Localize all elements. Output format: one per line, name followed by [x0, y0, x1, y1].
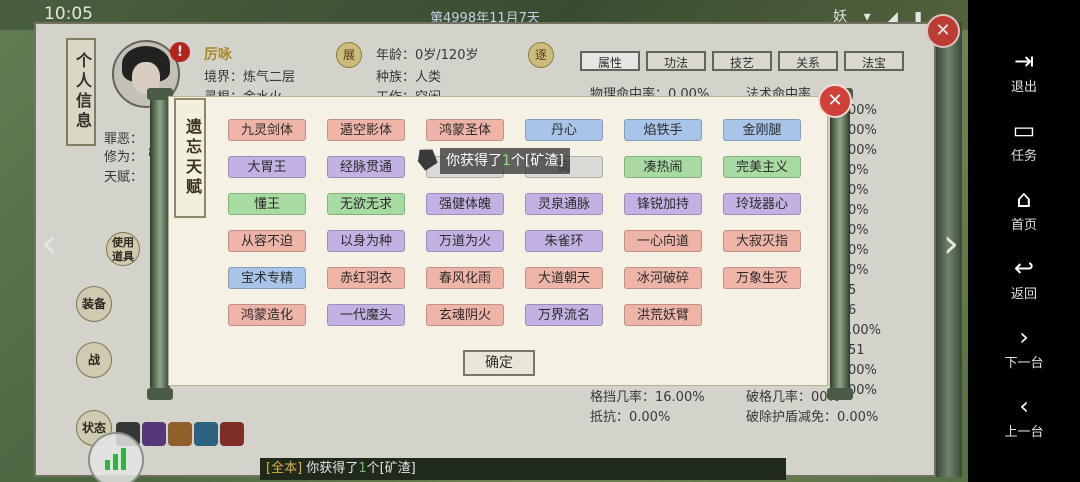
nav-label: 任务 [1010, 149, 1037, 164]
nav-label: 下一台 [1004, 356, 1044, 371]
nav-item[interactable]: ⌂ 首页 [968, 184, 1080, 233]
scroll-rod-right [830, 96, 850, 392]
talent-button[interactable]: 九灵剑体 [228, 119, 306, 141]
nav-icon: ‹ [1019, 392, 1029, 420]
nav-label: 上一台 [1004, 425, 1044, 440]
talent-button[interactable]: 鸿蒙造化 [228, 304, 306, 326]
talent-button[interactable]: 从容不迫 [228, 230, 306, 252]
talent-button[interactable]: 大道朝天 [525, 267, 603, 289]
talent-button[interactable]: 玲珑器心 [723, 193, 801, 215]
nav-label: 退出 [1010, 80, 1037, 95]
talent-button[interactable]: 大胃王 [228, 156, 306, 178]
talent-button[interactable]: 宝术专精 [228, 267, 306, 289]
scroll-cap [827, 388, 853, 400]
toast-suffix: 个[矿渣] [510, 153, 564, 169]
nav-item[interactable]: ↩ 返回 [968, 253, 1080, 302]
nav-label: 返回 [1010, 287, 1037, 302]
nav-icon: ↩ [1013, 254, 1035, 282]
nav-label: 首页 [1010, 218, 1037, 233]
talent-button[interactable]: 锋锐加持 [624, 193, 702, 215]
talent-button[interactable]: 朱雀环 [525, 230, 603, 252]
toast-num: 1 [502, 153, 511, 169]
talent-button[interactable]: 懂王 [228, 193, 306, 215]
dialog-close-icon[interactable]: ✕ [818, 84, 852, 118]
talent-button[interactable]: 遁空影体 [327, 119, 405, 141]
talent-button[interactable]: 焰铁手 [624, 119, 702, 141]
talent-button[interactable]: 强健体魄 [426, 193, 504, 215]
confirm-button[interactable]: 确定 [463, 350, 535, 376]
nav-icon: ⇥ [1013, 47, 1035, 75]
talent-button[interactable]: 凑热闹 [624, 156, 702, 178]
android-nav-bar: ⇥ 退出 ▭ 任务 ⌂ 首页 ↩ 返回 › 下一台 ‹ 上一台 [968, 0, 1080, 482]
nav-item[interactable]: ‹ 上一台 [968, 391, 1080, 440]
talent-button[interactable]: 以身为种 [327, 230, 405, 252]
talent-button[interactable]: 冰河破碎 [624, 267, 702, 289]
scroll-cap [147, 388, 173, 400]
nav-item[interactable]: ▭ 任务 [968, 115, 1080, 164]
game-screen: 10:05 第4998年11月7天 妖 ▾ ◢ ▮ 个人信息 ! 厉咏 境界：炼… [0, 0, 968, 482]
toast-prefix: 你获得了 [446, 153, 502, 169]
talent-button[interactable]: 春风化雨 [426, 267, 504, 289]
talent-button[interactable]: 万象生灭 [723, 267, 801, 289]
talent-button[interactable]: 完美主义 [723, 156, 801, 178]
talent-button[interactable]: 金刚腿 [723, 119, 801, 141]
nav-item[interactable]: ⇥ 退出 [968, 46, 1080, 95]
dialog-title: 遗忘天赋 [174, 98, 206, 218]
talent-button[interactable]: 丹心 [525, 119, 603, 141]
talent-button[interactable]: 赤红羽衣 [327, 267, 405, 289]
scroll-rod-left [150, 96, 170, 392]
talent-button[interactable]: 鸿蒙圣体 [426, 119, 504, 141]
talent-button[interactable]: 一心向道 [624, 230, 702, 252]
talent-button[interactable]: 经脉贯通 [327, 156, 405, 178]
nav-icon: ▭ [1012, 116, 1036, 144]
talent-button[interactable]: 一代魔头 [327, 304, 405, 326]
talent-button[interactable]: 大寂灭指 [723, 230, 801, 252]
talent-button[interactable]: 玄魂阴火 [426, 304, 504, 326]
talent-button[interactable]: 洪荒妖臂 [624, 304, 702, 326]
talent-button[interactable]: 无欲无求 [327, 193, 405, 215]
talent-button[interactable]: 万界流名 [525, 304, 603, 326]
toast-message: 你获得了1个[矿渣] [440, 148, 570, 174]
talent-button[interactable]: 灵泉通脉 [525, 193, 603, 215]
nav-item[interactable]: › 下一台 [968, 322, 1080, 371]
talent-button[interactable]: 万道为火 [426, 230, 504, 252]
nav-icon: › [1019, 323, 1029, 351]
nav-icon: ⌂ [1016, 185, 1032, 213]
